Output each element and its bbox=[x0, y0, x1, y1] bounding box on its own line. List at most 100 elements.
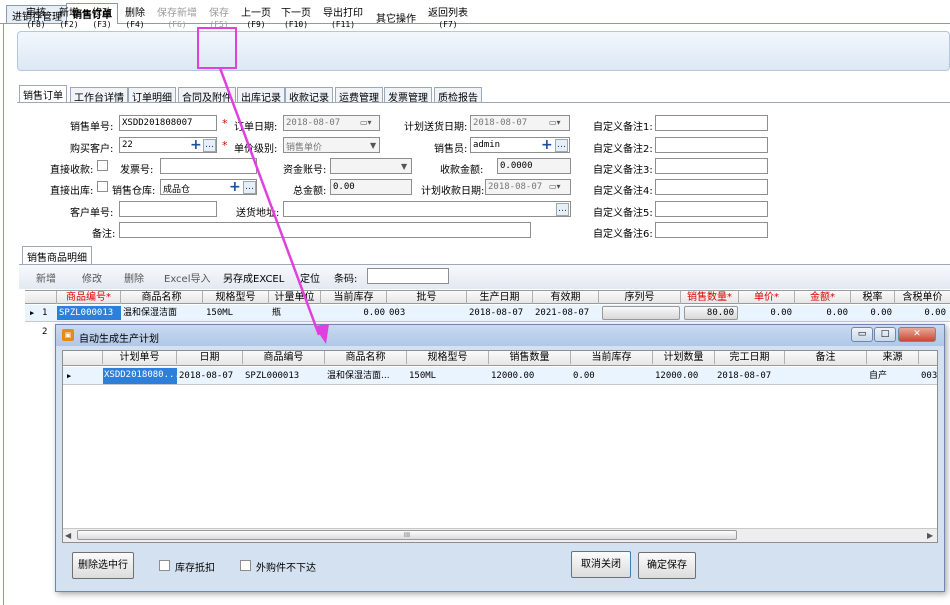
cell-stock[interactable]: 0.00 bbox=[573, 369, 595, 383]
serial-button[interactable] bbox=[602, 306, 680, 320]
dlg-col-source[interactable]: 来源 bbox=[867, 351, 919, 364]
save-new-button[interactable]: 保存新增 (F6) bbox=[157, 8, 197, 30]
subtab-outbound[interactable]: 出库记录 bbox=[237, 87, 285, 104]
cell-spec[interactable]: 150ML bbox=[409, 369, 436, 383]
col-product-name[interactable]: 商品名称 bbox=[121, 291, 203, 304]
custom6-field[interactable] bbox=[655, 222, 768, 238]
dlg-col-product-code[interactable]: 商品编号 bbox=[243, 351, 325, 364]
subtab-sales-order[interactable]: 销售订单 bbox=[19, 85, 67, 102]
cell-expiry[interactable]: 2021-08-07 bbox=[535, 306, 589, 320]
subtab-receipt[interactable]: 收款记录 bbox=[285, 87, 333, 104]
col-unit-price[interactable]: 单价* bbox=[739, 291, 795, 304]
cell-amount[interactable]: 0.00 bbox=[796, 306, 848, 320]
tab-sales-detail[interactable]: 销售商品明细 bbox=[22, 246, 92, 264]
cell-plan-no[interactable]: XSDD2018080... bbox=[103, 368, 177, 384]
subtab-invoice[interactable]: 发票管理 bbox=[384, 87, 432, 104]
col-amount[interactable]: 金额* bbox=[795, 291, 851, 304]
direct-receive-checkbox[interactable] bbox=[97, 160, 108, 171]
cell-product-code[interactable]: SPZL000013 bbox=[57, 306, 121, 320]
cell-mfg-date[interactable]: 2018-08-07 bbox=[469, 306, 523, 320]
total-field[interactable]: 0.00 bbox=[330, 179, 412, 195]
dlg-col-sales-qty[interactable]: 销售数量 bbox=[489, 351, 571, 364]
cell-sales-qty[interactable]: 12000.00 bbox=[491, 369, 534, 383]
browse-warehouse-button[interactable]: … bbox=[243, 181, 256, 194]
calendar-dropdown-icon[interactable]: ▭▾ bbox=[549, 118, 561, 127]
confirm-save-button[interactable]: 确定保存 bbox=[638, 552, 696, 579]
edit-button[interactable]: 修改 (F3) bbox=[92, 8, 112, 30]
save-excel-button[interactable]: 另存成EXCEL bbox=[223, 270, 284, 285]
cell-tax-price[interactable]: 0.00 bbox=[896, 306, 946, 320]
detail-delete-button[interactable]: 删除 bbox=[124, 270, 144, 285]
new-button[interactable]: 新增 (F2) bbox=[59, 8, 79, 30]
order-no-field[interactable]: XSDD201808007 bbox=[119, 115, 217, 131]
col-spec[interactable]: 规格型号 bbox=[203, 291, 269, 304]
delete-selected-row-button[interactable]: 删除选中行 bbox=[72, 552, 134, 579]
other-ops-button[interactable]: 其它操作 bbox=[376, 14, 416, 25]
scroll-right-icon[interactable]: ▶ bbox=[927, 531, 933, 540]
cell-tax-rate[interactable]: 0.00 bbox=[852, 306, 892, 320]
customer-order-field[interactable] bbox=[119, 201, 217, 217]
cancel-close-button[interactable]: 取消关闭 bbox=[571, 551, 631, 578]
stock-offset-checkbox[interactable] bbox=[159, 560, 170, 571]
cell-source[interactable]: 自产 bbox=[869, 369, 887, 383]
dlg-col-plan-qty[interactable]: 计划数量 bbox=[653, 351, 715, 364]
col-serial[interactable]: 序列号 bbox=[599, 291, 681, 304]
col-stock[interactable]: 当前库存 bbox=[321, 291, 387, 304]
cell-stock[interactable]: 0.00 bbox=[325, 306, 385, 320]
browse-customer-button[interactable]: … bbox=[203, 139, 216, 152]
cell-unit-price[interactable]: 0.00 bbox=[740, 306, 792, 320]
cell-product-code[interactable]: SPZL000013 bbox=[245, 369, 299, 383]
barcode-input[interactable] bbox=[367, 268, 449, 284]
subtab-contract[interactable]: 合同及附件 bbox=[178, 87, 236, 104]
prev-page-button[interactable]: 上一页 (F9) bbox=[241, 8, 271, 30]
subtab-order-detail[interactable]: 订单明细 bbox=[128, 87, 176, 104]
cell-plan-qty[interactable]: 12000.00 bbox=[655, 369, 698, 383]
detail-new-button[interactable]: 新增 bbox=[36, 270, 56, 285]
cell-unit[interactable]: 瓶 bbox=[272, 306, 281, 320]
back-to-list-button[interactable]: 返回列表 (F7) bbox=[428, 8, 468, 30]
subtab-workbench[interactable]: 工作台详情 bbox=[70, 87, 128, 104]
dlg-col-date[interactable]: 日期 bbox=[177, 351, 243, 364]
delete-button[interactable]: 删除 (F4) bbox=[125, 8, 145, 30]
dlg-col-spec[interactable]: 规格型号 bbox=[407, 351, 489, 364]
cell-date[interactable]: 2018-08-07 bbox=[179, 369, 233, 383]
dlg-col-finish-date[interactable]: 完工日期 bbox=[715, 351, 785, 364]
custom1-field[interactable] bbox=[655, 115, 768, 131]
next-page-button[interactable]: 下一页 (F10) bbox=[281, 8, 311, 30]
minimize-icon[interactable]: ▭ bbox=[851, 327, 873, 342]
cell-finish-date[interactable]: 2018-08-07 bbox=[717, 369, 771, 383]
cell-product-name[interactable]: 温和保湿洁面... bbox=[327, 369, 407, 383]
custom4-field[interactable] bbox=[655, 179, 768, 195]
col-mfg-date[interactable]: 生产日期 bbox=[467, 291, 533, 304]
cell-product-name[interactable]: 温和保湿洁面 bbox=[123, 306, 203, 320]
receive-amount-field[interactable]: 0.0000 bbox=[497, 158, 571, 174]
col-expiry[interactable]: 有效期 bbox=[533, 291, 599, 304]
maximize-icon[interactable]: □ bbox=[874, 327, 896, 342]
calendar-dropdown-icon[interactable]: ▭▾ bbox=[360, 118, 372, 127]
subtab-quality[interactable]: 质检报告 bbox=[434, 87, 482, 104]
cell-sales-qty[interactable]: 80.00 bbox=[684, 306, 734, 320]
col-product-code[interactable]: 商品编号* bbox=[57, 291, 121, 304]
address-field[interactable] bbox=[283, 201, 571, 217]
subtab-freight[interactable]: 运费管理 bbox=[335, 87, 383, 104]
audit-button[interactable]: 审核 (F8) bbox=[26, 8, 46, 30]
col-unit[interactable]: 计量单位 bbox=[269, 291, 321, 304]
custom3-field[interactable] bbox=[655, 158, 768, 174]
close-icon[interactable]: ✕ bbox=[898, 327, 936, 342]
browse-address-button[interactable]: … bbox=[556, 203, 569, 216]
locate-button[interactable]: 定位 bbox=[300, 270, 320, 285]
add-warehouse-icon[interactable]: + bbox=[229, 180, 241, 194]
custom5-field[interactable] bbox=[655, 201, 768, 217]
cell-extra[interactable]: 003 bbox=[921, 369, 937, 383]
calendar-dropdown-icon[interactable]: ▭▾ bbox=[549, 182, 561, 191]
scrollbar-thumb[interactable]: III bbox=[77, 530, 737, 540]
outsourcing-checkbox[interactable] bbox=[240, 560, 251, 571]
price-level-select[interactable]: 销售单价 bbox=[283, 137, 380, 153]
add-customer-icon[interactable]: + bbox=[190, 138, 202, 152]
dlg-col-stock[interactable]: 当前库存 bbox=[571, 351, 653, 364]
dlg-col-product-name[interactable]: 商品名称 bbox=[325, 351, 407, 364]
col-batch[interactable]: 批号 bbox=[387, 291, 467, 304]
scroll-left-icon[interactable]: ◀ bbox=[65, 531, 71, 540]
custom2-field[interactable] bbox=[655, 137, 768, 153]
direct-out-checkbox[interactable] bbox=[97, 181, 108, 192]
